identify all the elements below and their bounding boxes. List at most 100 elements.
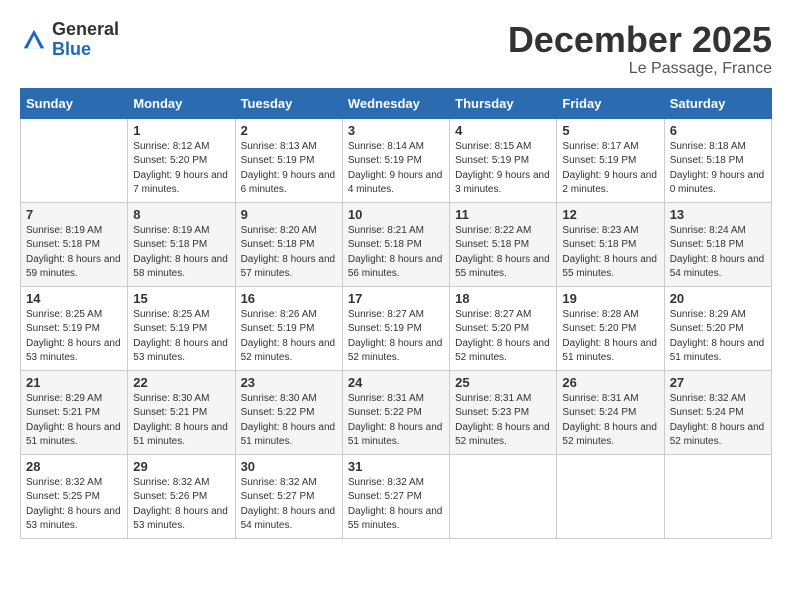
calendar-week-row: 21 Sunrise: 8:29 AMSunset: 5:21 PMDaylig… bbox=[21, 370, 772, 454]
day-number: 13 bbox=[670, 207, 766, 222]
day-number: 18 bbox=[455, 291, 551, 306]
day-info: Sunrise: 8:32 AMSunset: 5:24 PMDaylight:… bbox=[670, 393, 765, 448]
day-info: Sunrise: 8:21 AMSunset: 5:18 PMDaylight:… bbox=[348, 225, 443, 280]
calendar-cell: 3 Sunrise: 8:14 AMSunset: 5:19 PMDayligh… bbox=[342, 118, 449, 202]
day-info: Sunrise: 8:28 AMSunset: 5:20 PMDaylight:… bbox=[562, 309, 657, 364]
day-number: 5 bbox=[562, 123, 658, 138]
calendar-cell: 19 Sunrise: 8:28 AMSunset: 5:20 PMDaylig… bbox=[557, 286, 664, 370]
day-info: Sunrise: 8:12 AMSunset: 5:20 PMDaylight:… bbox=[133, 141, 228, 196]
day-info: Sunrise: 8:29 AMSunset: 5:20 PMDaylight:… bbox=[670, 309, 765, 364]
calendar-cell bbox=[21, 118, 128, 202]
day-info: Sunrise: 8:18 AMSunset: 5:18 PMDaylight:… bbox=[670, 141, 765, 196]
col-sunday: Sunday bbox=[21, 88, 128, 118]
day-info: Sunrise: 8:24 AMSunset: 5:18 PMDaylight:… bbox=[670, 225, 765, 280]
day-info: Sunrise: 8:19 AMSunset: 5:18 PMDaylight:… bbox=[26, 225, 121, 280]
day-number: 16 bbox=[241, 291, 337, 306]
calendar-cell: 22 Sunrise: 8:30 AMSunset: 5:21 PMDaylig… bbox=[128, 370, 235, 454]
day-number: 12 bbox=[562, 207, 658, 222]
logo: General Blue bbox=[20, 20, 119, 60]
col-friday: Friday bbox=[557, 88, 664, 118]
calendar-cell: 23 Sunrise: 8:30 AMSunset: 5:22 PMDaylig… bbox=[235, 370, 342, 454]
day-info: Sunrise: 8:31 AMSunset: 5:22 PMDaylight:… bbox=[348, 393, 443, 448]
calendar-cell: 13 Sunrise: 8:24 AMSunset: 5:18 PMDaylig… bbox=[664, 202, 771, 286]
day-number: 15 bbox=[133, 291, 229, 306]
day-number: 21 bbox=[26, 375, 122, 390]
calendar-cell bbox=[664, 454, 771, 538]
day-info: Sunrise: 8:13 AMSunset: 5:19 PMDaylight:… bbox=[241, 141, 336, 196]
day-number: 20 bbox=[670, 291, 766, 306]
month-title: December 2025 bbox=[508, 20, 772, 60]
calendar-cell: 18 Sunrise: 8:27 AMSunset: 5:20 PMDaylig… bbox=[450, 286, 557, 370]
day-number: 2 bbox=[241, 123, 337, 138]
calendar-cell: 11 Sunrise: 8:22 AMSunset: 5:18 PMDaylig… bbox=[450, 202, 557, 286]
calendar-cell: 14 Sunrise: 8:25 AMSunset: 5:19 PMDaylig… bbox=[21, 286, 128, 370]
calendar-week-row: 1 Sunrise: 8:12 AMSunset: 5:20 PMDayligh… bbox=[21, 118, 772, 202]
day-number: 22 bbox=[133, 375, 229, 390]
location: Le Passage, France bbox=[508, 60, 772, 78]
day-number: 27 bbox=[670, 375, 766, 390]
calendar-cell bbox=[557, 454, 664, 538]
day-info: Sunrise: 8:32 AMSunset: 5:25 PMDaylight:… bbox=[26, 477, 121, 532]
day-info: Sunrise: 8:20 AMSunset: 5:18 PMDaylight:… bbox=[241, 225, 336, 280]
logo-blue-text: Blue bbox=[52, 39, 91, 59]
day-number: 11 bbox=[455, 207, 551, 222]
calendar-cell: 7 Sunrise: 8:19 AMSunset: 5:18 PMDayligh… bbox=[21, 202, 128, 286]
calendar-cell bbox=[450, 454, 557, 538]
day-info: Sunrise: 8:30 AMSunset: 5:22 PMDaylight:… bbox=[241, 393, 336, 448]
day-info: Sunrise: 8:31 AMSunset: 5:23 PMDaylight:… bbox=[455, 393, 550, 448]
day-number: 17 bbox=[348, 291, 444, 306]
day-number: 26 bbox=[562, 375, 658, 390]
calendar-week-row: 14 Sunrise: 8:25 AMSunset: 5:19 PMDaylig… bbox=[21, 286, 772, 370]
day-info: Sunrise: 8:25 AMSunset: 5:19 PMDaylight:… bbox=[133, 309, 228, 364]
day-info: Sunrise: 8:25 AMSunset: 5:19 PMDaylight:… bbox=[26, 309, 121, 364]
day-info: Sunrise: 8:23 AMSunset: 5:18 PMDaylight:… bbox=[562, 225, 657, 280]
day-number: 25 bbox=[455, 375, 551, 390]
day-number: 30 bbox=[241, 459, 337, 474]
calendar-cell: 16 Sunrise: 8:26 AMSunset: 5:19 PMDaylig… bbox=[235, 286, 342, 370]
day-number: 4 bbox=[455, 123, 551, 138]
day-number: 9 bbox=[241, 207, 337, 222]
day-info: Sunrise: 8:32 AMSunset: 5:26 PMDaylight:… bbox=[133, 477, 228, 532]
calendar-cell: 5 Sunrise: 8:17 AMSunset: 5:19 PMDayligh… bbox=[557, 118, 664, 202]
day-number: 19 bbox=[562, 291, 658, 306]
day-info: Sunrise: 8:19 AMSunset: 5:18 PMDaylight:… bbox=[133, 225, 228, 280]
day-number: 8 bbox=[133, 207, 229, 222]
day-number: 1 bbox=[133, 123, 229, 138]
day-info: Sunrise: 8:27 AMSunset: 5:20 PMDaylight:… bbox=[455, 309, 550, 364]
day-info: Sunrise: 8:15 AMSunset: 5:19 PMDaylight:… bbox=[455, 141, 550, 196]
day-info: Sunrise: 8:30 AMSunset: 5:21 PMDaylight:… bbox=[133, 393, 228, 448]
day-number: 29 bbox=[133, 459, 229, 474]
calendar-cell: 10 Sunrise: 8:21 AMSunset: 5:18 PMDaylig… bbox=[342, 202, 449, 286]
day-number: 3 bbox=[348, 123, 444, 138]
calendar-cell: 1 Sunrise: 8:12 AMSunset: 5:20 PMDayligh… bbox=[128, 118, 235, 202]
page-header: General Blue December 2025 Le Passage, F… bbox=[20, 20, 772, 78]
calendar-cell: 25 Sunrise: 8:31 AMSunset: 5:23 PMDaylig… bbox=[450, 370, 557, 454]
logo-general-text: General bbox=[52, 19, 119, 39]
col-saturday: Saturday bbox=[664, 88, 771, 118]
col-thursday: Thursday bbox=[450, 88, 557, 118]
calendar-week-row: 28 Sunrise: 8:32 AMSunset: 5:25 PMDaylig… bbox=[21, 454, 772, 538]
day-info: Sunrise: 8:31 AMSunset: 5:24 PMDaylight:… bbox=[562, 393, 657, 448]
calendar: Sunday Monday Tuesday Wednesday Thursday… bbox=[20, 88, 772, 539]
day-info: Sunrise: 8:14 AMSunset: 5:19 PMDaylight:… bbox=[348, 141, 443, 196]
day-number: 10 bbox=[348, 207, 444, 222]
calendar-cell: 30 Sunrise: 8:32 AMSunset: 5:27 PMDaylig… bbox=[235, 454, 342, 538]
day-number: 6 bbox=[670, 123, 766, 138]
calendar-cell: 28 Sunrise: 8:32 AMSunset: 5:25 PMDaylig… bbox=[21, 454, 128, 538]
calendar-cell: 6 Sunrise: 8:18 AMSunset: 5:18 PMDayligh… bbox=[664, 118, 771, 202]
calendar-cell: 15 Sunrise: 8:25 AMSunset: 5:19 PMDaylig… bbox=[128, 286, 235, 370]
calendar-cell: 2 Sunrise: 8:13 AMSunset: 5:19 PMDayligh… bbox=[235, 118, 342, 202]
calendar-cell: 20 Sunrise: 8:29 AMSunset: 5:20 PMDaylig… bbox=[664, 286, 771, 370]
header-row: Sunday Monday Tuesday Wednesday Thursday… bbox=[21, 88, 772, 118]
calendar-cell: 21 Sunrise: 8:29 AMSunset: 5:21 PMDaylig… bbox=[21, 370, 128, 454]
calendar-cell: 9 Sunrise: 8:20 AMSunset: 5:18 PMDayligh… bbox=[235, 202, 342, 286]
calendar-cell: 24 Sunrise: 8:31 AMSunset: 5:22 PMDaylig… bbox=[342, 370, 449, 454]
day-number: 24 bbox=[348, 375, 444, 390]
day-info: Sunrise: 8:32 AMSunset: 5:27 PMDaylight:… bbox=[348, 477, 443, 532]
logo-icon bbox=[20, 26, 48, 54]
day-info: Sunrise: 8:17 AMSunset: 5:19 PMDaylight:… bbox=[562, 141, 657, 196]
calendar-cell: 4 Sunrise: 8:15 AMSunset: 5:19 PMDayligh… bbox=[450, 118, 557, 202]
title-area: December 2025 Le Passage, France bbox=[508, 20, 772, 78]
calendar-cell: 31 Sunrise: 8:32 AMSunset: 5:27 PMDaylig… bbox=[342, 454, 449, 538]
col-monday: Monday bbox=[128, 88, 235, 118]
